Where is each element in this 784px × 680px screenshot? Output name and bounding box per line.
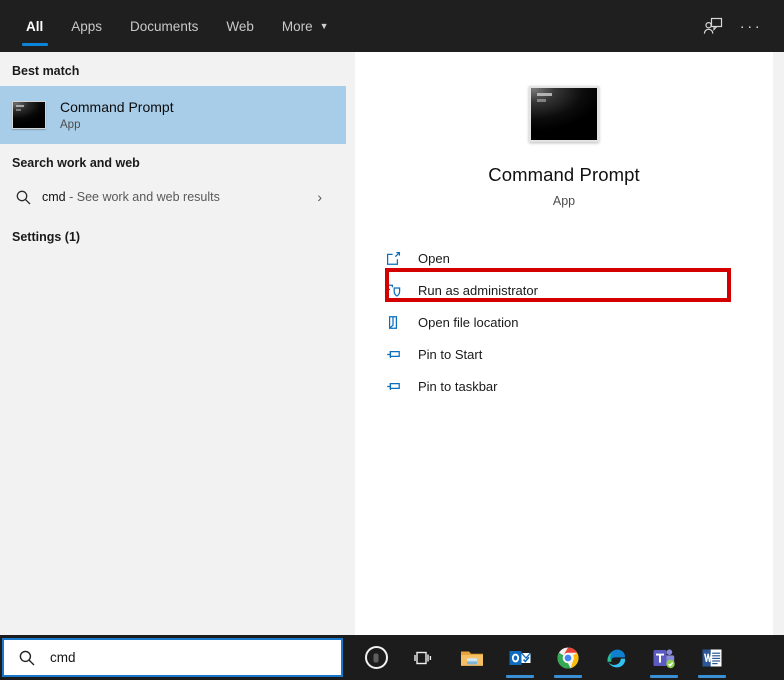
search-input[interactable]: cmd	[50, 650, 76, 665]
preview-header: Command Prompt App	[355, 52, 773, 208]
action-open-label: Open	[418, 251, 450, 266]
web-result-query: cmd	[42, 190, 66, 204]
tab-all-label: All	[26, 19, 43, 34]
action-pin-to-start[interactable]: Pin to Start	[380, 338, 773, 370]
taskbar-teams-button[interactable]	[640, 635, 688, 680]
chevron-down-icon: ▼	[320, 22, 329, 31]
chevron-right-icon[interactable]: ›	[317, 189, 336, 205]
pin-icon	[380, 346, 406, 363]
shield-icon	[380, 282, 406, 299]
topbar-actions: ···	[694, 0, 784, 52]
action-run-as-administrator-label: Run as administrator	[418, 283, 538, 298]
best-match-title: Command Prompt	[60, 99, 174, 117]
tab-apps[interactable]: Apps	[57, 0, 116, 52]
web-result-row[interactable]: cmd - See work and web results ›	[0, 178, 346, 216]
taskbar-file-explorer-button[interactable]	[448, 635, 496, 680]
folder-file-icon	[380, 314, 406, 331]
chrome-icon	[556, 646, 580, 670]
overflow-dots: ···	[740, 19, 763, 34]
start-menu-search-screen: All Apps Documents Web More ▼	[0, 0, 784, 680]
taskbar-word-button[interactable]	[688, 635, 736, 680]
command-prompt-icon	[12, 101, 46, 129]
tab-more[interactable]: More ▼	[268, 0, 343, 52]
tab-web-label: Web	[226, 19, 254, 34]
outlook-icon	[508, 647, 532, 669]
cortana-icon	[365, 646, 388, 669]
action-pin-to-start-label: Pin to Start	[418, 347, 482, 362]
search-icon	[18, 649, 36, 667]
tab-documents-label: Documents	[130, 19, 198, 34]
taskbar-running-indicator	[698, 675, 726, 678]
pin-icon	[380, 378, 406, 395]
file-explorer-icon	[459, 647, 485, 669]
open-window-icon	[380, 250, 406, 267]
action-open-file-location[interactable]: Open file location	[380, 306, 773, 338]
taskbar-edge-button[interactable]	[592, 635, 640, 680]
word-icon	[700, 646, 724, 670]
action-pin-to-taskbar[interactable]: Pin to taskbar	[380, 370, 773, 402]
search-icon	[12, 189, 34, 206]
taskbar-items	[352, 635, 736, 680]
action-open-file-location-label: Open file location	[418, 315, 518, 330]
web-search-header: Search work and web	[0, 144, 346, 178]
taskbar-search-box[interactable]: cmd	[2, 638, 343, 677]
action-run-as-administrator[interactable]: Run as administrator	[380, 274, 773, 306]
teams-icon	[651, 646, 677, 670]
web-result-suffix: - See work and web results	[66, 190, 220, 204]
taskbar-running-indicator	[506, 675, 534, 678]
settings-section-header: Settings (1)	[0, 216, 346, 252]
tab-documents[interactable]: Documents	[116, 0, 212, 52]
app-actions-list: Open Run as administrator	[355, 242, 773, 402]
search-results-pane: Best match Command Prompt App Search wor…	[0, 52, 346, 635]
tab-more-label: More	[282, 19, 313, 34]
preview-app-title: Command Prompt	[355, 164, 773, 186]
action-open[interactable]: Open	[380, 242, 773, 274]
taskbar-task-view-button[interactable]	[400, 635, 448, 680]
best-match-result-command-prompt[interactable]: Command Prompt App	[0, 86, 346, 144]
best-match-subtitle: App	[60, 119, 174, 131]
best-match-header: Best match	[0, 52, 346, 86]
overflow-menu-icon[interactable]: ···	[732, 7, 770, 45]
tab-active-indicator	[22, 43, 48, 46]
taskbar-running-indicator	[554, 675, 582, 678]
taskbar-outlook-button[interactable]	[496, 635, 544, 680]
topbar-spacer	[343, 0, 694, 52]
app-preview-pane: Command Prompt App Open	[355, 52, 773, 635]
best-match-text: Command Prompt App	[60, 99, 174, 132]
tab-apps-label: Apps	[71, 19, 102, 34]
search-filter-bar: All Apps Documents Web More ▼	[0, 0, 784, 52]
tab-all[interactable]: All	[12, 0, 57, 52]
filter-tabs: All Apps Documents Web More ▼	[0, 0, 343, 52]
task-view-icon	[413, 648, 435, 668]
taskbar-running-indicator	[650, 675, 678, 678]
taskbar-cortana-button[interactable]	[352, 635, 400, 680]
person-feedback-icon[interactable]	[694, 7, 732, 45]
tab-web[interactable]: Web	[212, 0, 268, 52]
preview-app-subtitle: App	[355, 194, 773, 208]
web-result-label: cmd - See work and web results	[42, 190, 220, 204]
edge-icon	[604, 646, 628, 670]
taskbar: cmd	[0, 635, 784, 680]
command-prompt-icon	[529, 86, 599, 142]
action-pin-to-taskbar-label: Pin to taskbar	[418, 379, 498, 394]
taskbar-chrome-button[interactable]	[544, 635, 592, 680]
